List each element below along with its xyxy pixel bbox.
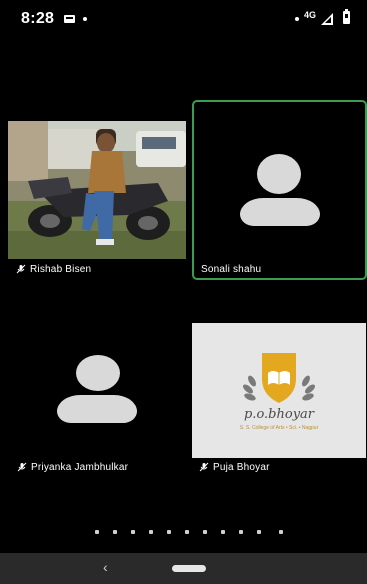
avatar-head — [76, 355, 120, 391]
battery-icon — [343, 9, 350, 24]
logo-tagline: S. S. College of Arts • Sci. • Nagpur — [239, 425, 319, 431]
avatar-body — [57, 395, 137, 423]
status-time: 8:28 — [21, 10, 55, 27]
pagination-dot[interactable] — [167, 530, 171, 534]
participant-name: Priyanka Jambhulkar — [31, 462, 129, 473]
pagination-dot[interactable] — [221, 530, 225, 534]
participant-tile-priyanka[interactable] — [8, 323, 186, 458]
notification-icon — [64, 15, 75, 23]
pagination-dot[interactable] — [131, 530, 135, 534]
participant-tile-rishab[interactable] — [8, 121, 186, 259]
pagination-dot[interactable] — [113, 530, 117, 534]
pagination-dot[interactable] — [185, 530, 189, 534]
back-icon[interactable]: ‹ — [103, 560, 108, 574]
network-type: 4G — [304, 10, 317, 20]
pagination-dot[interactable] — [239, 530, 243, 534]
status-bar: 8:28 4G — [0, 0, 367, 36]
pagination-dot[interactable] — [203, 530, 207, 534]
meeting-screen: 8:28 4G Rishab Bisen Sonali shahu Priyan… — [0, 0, 367, 584]
home-pill-icon[interactable] — [172, 565, 206, 572]
participant-video — [8, 121, 186, 259]
pagination-dot[interactable] — [149, 530, 153, 534]
status-dot-icon — [83, 17, 87, 21]
logo-brand-text: p.o.bhoyar — [243, 407, 314, 422]
college-logo — [243, 353, 315, 403]
participant-name: Puja Bhoyar — [213, 462, 270, 473]
status-dot-icon — [295, 17, 299, 21]
pagination-dot[interactable] — [95, 530, 99, 534]
mic-off-icon — [199, 462, 209, 472]
participant-name: Sonali shahu — [201, 264, 262, 275]
mic-off-icon — [17, 462, 27, 472]
participant-tile-sonali[interactable]: Sonali shahu — [192, 100, 367, 280]
mic-off-icon — [16, 264, 26, 274]
participant-name: Rishab Bisen — [30, 264, 92, 275]
avatar-body — [240, 198, 320, 226]
participant-tile-puja[interactable]: p.o.bhoyar S. S. College of Arts • Sci. … — [192, 323, 366, 458]
signal-icon — [321, 13, 333, 25]
pagination-dot[interactable] — [257, 530, 261, 534]
system-nav-bar: ‹ — [0, 553, 367, 584]
avatar-head — [257, 154, 301, 194]
pagination-dot[interactable] — [279, 530, 283, 534]
